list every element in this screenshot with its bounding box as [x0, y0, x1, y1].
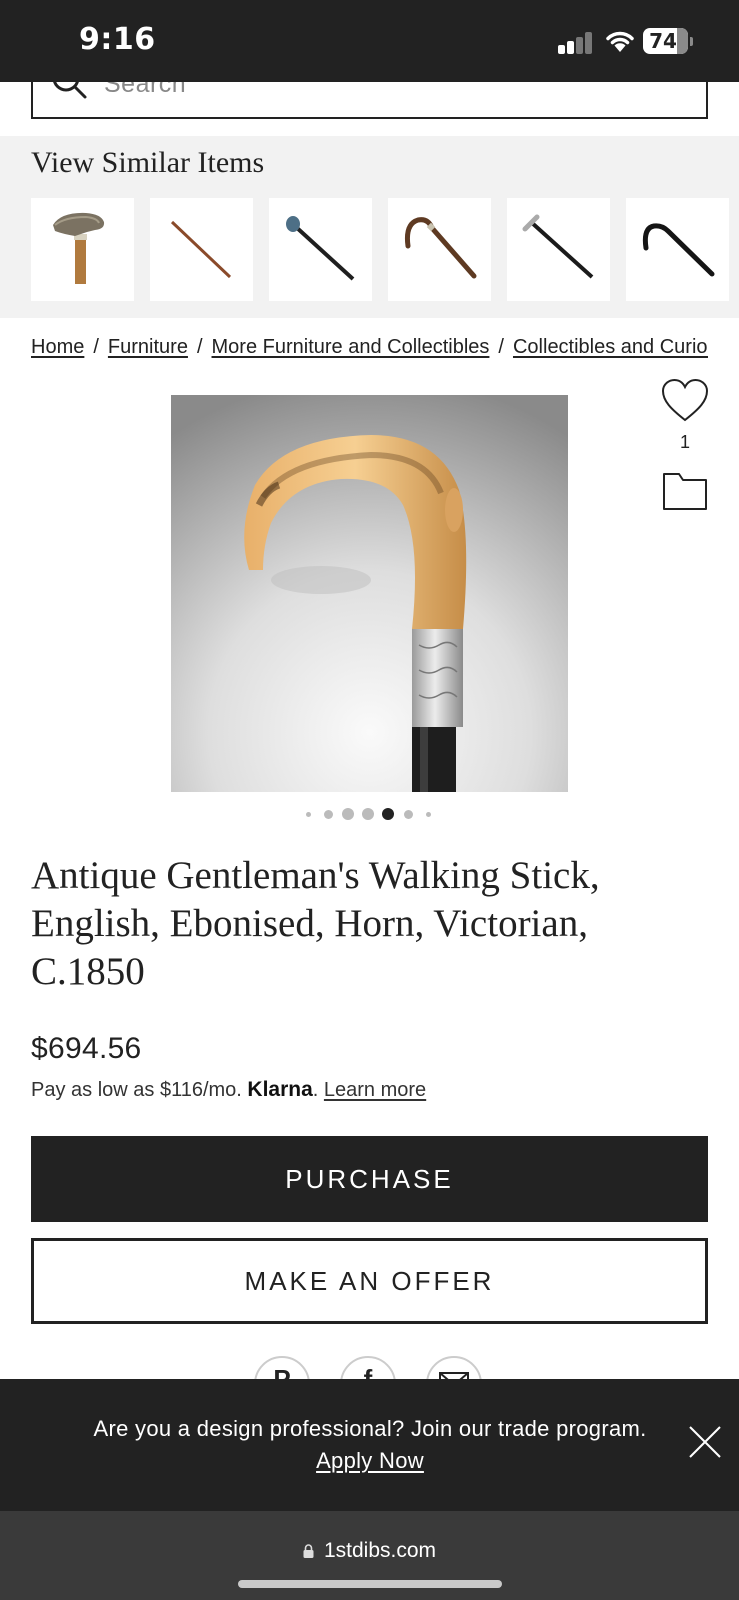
- similar-items-title: View Similar Items: [31, 146, 265, 179]
- similar-items-section: View Similar Items: [0, 136, 739, 318]
- carousel-dot[interactable]: [403, 809, 413, 819]
- learn-more-link[interactable]: Learn more: [324, 1079, 426, 1101]
- image-carousel-dots[interactable]: [300, 804, 440, 824]
- breadcrumb-furniture[interactable]: Furniture: [108, 336, 188, 358]
- klarna-text: Pay as low as $116/mo.: [31, 1079, 242, 1101]
- carousel-dot[interactable]: [425, 811, 431, 817]
- folder-icon[interactable]: [662, 471, 708, 511]
- trade-banner-text: Are you a design professional? Join our …: [93, 1416, 647, 1441]
- product-title: Antique Gentleman's Walking Stick, Engli…: [31, 854, 600, 993]
- heart-icon[interactable]: [661, 378, 709, 424]
- browser-address-bar[interactable]: 1stdibs.com: [0, 1511, 739, 1600]
- make-offer-button[interactable]: MAKE AN OFFER: [31, 1238, 708, 1324]
- breadcrumb-home[interactable]: Home: [31, 336, 84, 358]
- walking-stick-photo: [171, 395, 568, 792]
- purchase-button[interactable]: PURCHASE: [31, 1136, 708, 1222]
- product-image[interactable]: [171, 395, 568, 792]
- carousel-dot[interactable]: [323, 809, 333, 819]
- favorite-count: 1: [679, 432, 690, 452]
- carousel-dot[interactable]: [305, 811, 311, 817]
- status-bar: 9:16 74: [0, 0, 739, 82]
- url-text: 1stdibs.com: [323, 1539, 437, 1562]
- silver-handle-cane-image: [522, 214, 594, 279]
- breadcrumb-separator: /: [498, 336, 504, 358]
- battery-level: 74: [649, 29, 677, 53]
- similar-item-thumbnail[interactable]: [626, 198, 729, 301]
- klarna-period: .: [312, 1079, 324, 1101]
- blue-knob-cane-image: [286, 216, 355, 281]
- status-time: 9:16: [79, 22, 156, 57]
- similar-item-thumbnail[interactable]: [31, 198, 134, 301]
- cellular-signal-icon: [558, 32, 594, 54]
- wooden-cane-image: [170, 220, 232, 279]
- breadcrumb-more-furniture[interactable]: More Furniture and Collectibles: [212, 336, 490, 358]
- similar-item-thumbnail[interactable]: [269, 198, 372, 301]
- home-indicator[interactable]: [238, 1580, 502, 1588]
- breadcrumb-collectibles[interactable]: Collectibles and Curiosities: [513, 336, 708, 358]
- breadcrumb-separator: /: [196, 336, 203, 358]
- similar-item-thumbnail[interactable]: [150, 198, 253, 301]
- similar-item-thumbnail[interactable]: [507, 198, 610, 301]
- similar-item-thumbnail[interactable]: [388, 198, 491, 301]
- carousel-dot-active[interactable]: [382, 808, 394, 820]
- product-price: $694.56: [31, 1032, 142, 1065]
- black-crook-cane-image: [642, 223, 715, 277]
- breadcrumb-separator: /: [93, 336, 99, 358]
- klarna-financing: Pay as low as $116/mo. Klarna. Learn mor…: [31, 1078, 426, 1102]
- battery-icon: 74: [643, 28, 693, 54]
- carousel-dot[interactable]: [342, 808, 354, 820]
- wifi-icon: [606, 31, 634, 52]
- horse-head-cane-image: [53, 212, 105, 284]
- trade-program-banner: Are you a design professional? Join our …: [0, 1379, 739, 1511]
- crook-cane-image: [405, 217, 477, 279]
- breadcrumb: Home / Furniture / More Furniture and Collec…: [31, 336, 708, 366]
- apply-now-link[interactable]: Apply Now: [316, 1448, 424, 1473]
- klarna-logo: Klarna: [247, 1078, 313, 1101]
- lock-icon: [303, 1544, 314, 1558]
- close-icon[interactable]: [688, 1425, 722, 1459]
- carousel-dot[interactable]: [362, 808, 374, 820]
